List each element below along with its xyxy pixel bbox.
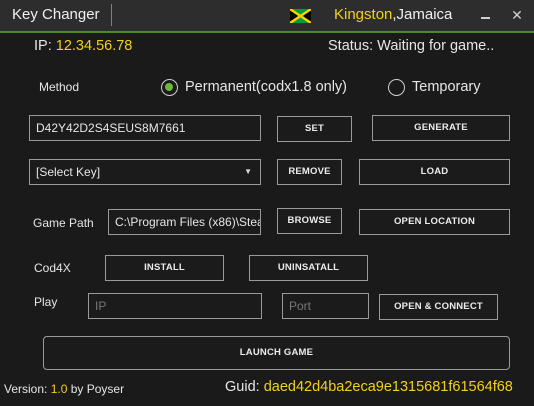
key-input[interactable]: D42Y42D2S4SEUS8M7661 <box>29 115 261 141</box>
open-connect-button[interactable]: OPEN & CONNECT <box>379 294 498 320</box>
guid-label: Guid: <box>225 379 264 395</box>
window-title: Key Changer <box>12 6 100 23</box>
method-temporary-option[interactable]: Temporary <box>387 78 497 98</box>
status-label: Status: <box>328 38 374 54</box>
title-divider <box>111 4 112 26</box>
load-button[interactable]: LOAD <box>359 159 510 185</box>
game-path-input[interactable]: C:\Program Files (x86)\Stea <box>108 209 261 235</box>
jamaica-flag-icon <box>290 9 311 23</box>
permanent-radio[interactable] <box>161 79 178 96</box>
temporary-radio[interactable] <box>388 79 405 96</box>
status-display: Status: Waiting for game.. <box>328 38 494 54</box>
remove-button[interactable]: REMOVE <box>277 159 342 185</box>
version-author: by Poyser <box>67 382 125 396</box>
method-label: Method <box>39 80 80 94</box>
location-country: ,Jamaica <box>392 6 453 23</box>
title-bar[interactable]: Key Changer Kingston,Jamaica ✕ <box>0 0 534 33</box>
ip-display: IP: 12.34.56.78 <box>34 38 132 54</box>
play-port-input[interactable]: Port <box>282 293 369 319</box>
version-prefix: Version: <box>4 382 51 396</box>
location-label: Kingston,Jamaica <box>334 6 452 23</box>
status-value: Waiting for game.. <box>377 38 495 54</box>
method-permanent-option[interactable]: Permanent(codx1.8 only) <box>160 78 360 98</box>
select-key-value: [Select Key] <box>36 165 101 179</box>
launch-game-button[interactable]: LAUNCH GAME <box>43 336 510 370</box>
minimize-icon <box>480 17 490 19</box>
ip-value: 12.34.56.78 <box>55 38 133 54</box>
play-ip-input[interactable]: IP <box>88 293 262 319</box>
close-button[interactable]: ✕ <box>508 5 526 25</box>
generate-button[interactable]: GENERATE <box>372 115 510 141</box>
set-button[interactable]: SET <box>277 116 352 142</box>
version-info: Version: 1.0 by Poyser <box>4 382 124 396</box>
install-button[interactable]: INSTALL <box>105 255 224 281</box>
location-city: Kingston <box>334 6 393 23</box>
select-key-dropdown[interactable]: [Select Key] ▼ <box>29 159 261 185</box>
minimize-button[interactable] <box>476 5 494 25</box>
ip-label: IP: <box>34 38 52 54</box>
play-label: Play <box>34 295 58 309</box>
game-path-label: Game Path <box>33 216 94 230</box>
guid-info: Guid: daed42d4ba2eca9e1315681f61564f68 <box>225 379 513 395</box>
cod4x-label: Cod4X <box>34 261 71 275</box>
temporary-radio-label: Temporary <box>412 79 481 95</box>
chevron-down-icon: ▼ <box>244 167 252 176</box>
guid-value: daed42d4ba2eca9e1315681f61564f68 <box>263 379 513 395</box>
version-number: 1.0 <box>50 382 68 396</box>
close-icon: ✕ <box>511 7 523 23</box>
radio-selected-dot <box>165 83 173 91</box>
open-location-button[interactable]: OPEN LOCATION <box>359 209 510 235</box>
permanent-radio-label: Permanent(codx1.8 only) <box>185 79 347 95</box>
uninstall-button[interactable]: UNINSATALL <box>249 255 368 281</box>
browse-button[interactable]: BROWSE <box>277 208 342 234</box>
